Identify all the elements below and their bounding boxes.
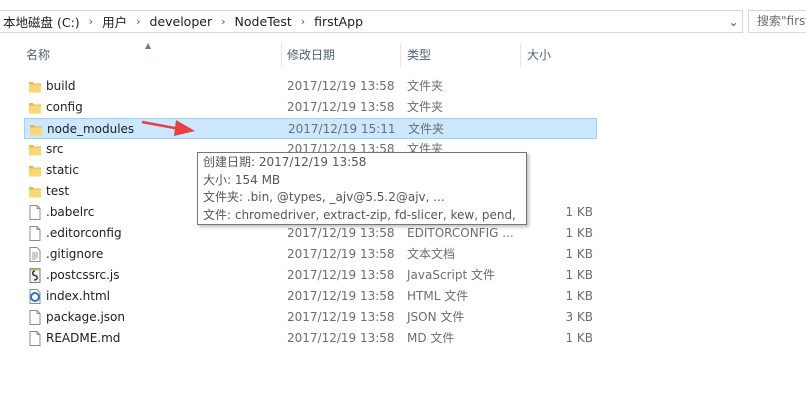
column-divider[interactable] [400,43,401,67]
file-type: 文件夹 [407,79,444,93]
folder-icon [28,100,42,115]
file-modified-date: 2017/12/19 13:58 [287,100,395,114]
breadcrumb-developer[interactable]: developer [147,14,216,29]
column-header-type[interactable]: 类型 [407,43,517,67]
folder-icon [28,184,42,199]
column-divider[interactable] [281,43,282,67]
address-bar[interactable]: 本地磁盘 (C:) › 用户 › developer › NodeTest › … [0,10,743,33]
file-row[interactable]: index.html 2017/12/19 13:58 HTML 文件 1 KB [24,286,597,307]
file-name: node_modules [47,122,135,136]
file-size: 1 KB [565,289,593,303]
file-modified-date: 2017/12/19 13:58 [287,331,395,345]
file-name: .editorconfig [46,226,122,240]
file-name: package.json [46,310,126,324]
folder-info-tooltip: 创建日期: 2017/12/19 13:58 大小: 154 MB 文件夹: .… [197,152,527,225]
file-row[interactable]: .postcssrc.js 2017/12/19 13:58 JavaScript … [24,265,597,286]
file-modified-date: 2017/12/19 13:58 [287,310,395,324]
file-name: .gitignore [46,247,104,261]
file-size: 1 KB [565,331,593,345]
file-name: test [46,184,70,198]
file-modified-date: 2017/12/19 13:58 [287,226,395,240]
file-row[interactable]: .gitignore 2017/12/19 13:58 文本文档 1 KB [24,244,597,265]
file-size: 1 KB [565,226,593,240]
breadcrumb-separator-icon[interactable]: › [215,15,231,28]
file-icon [28,310,42,325]
file-modified-date: 2017/12/19 13:58 [287,79,395,93]
file-modified-date: 2017/12/19 15:11 [288,122,396,136]
column-divider[interactable] [520,43,521,67]
file-row[interactable]: README.md 2017/12/19 13:58 MD 文件 1 KB [24,328,597,349]
file-modified-date: 2017/12/19 13:58 [287,247,395,261]
chevron-down-icon[interactable]: ⌄ [725,11,742,32]
file-size: 1 KB [565,205,593,219]
file-modified-date: 2017/12/19 13:58 [287,289,395,303]
arrow-head [174,120,195,136]
file-type: 文件夹 [407,100,444,114]
arrow-shaft [141,120,181,131]
file-type: HTML 文件 [407,289,469,303]
file-name: index.html [46,289,110,303]
breadcrumb-firstapp[interactable]: firstApp [311,14,366,29]
file-icon [28,331,42,346]
html-file-icon [28,289,42,304]
file-row[interactable]: build 2017/12/19 13:58 文件夹 [24,76,597,97]
tooltip-size: 大小: 154 MB [203,172,281,187]
file-type: 文本文档 [407,247,456,261]
folder-icon [28,142,42,157]
breadcrumb-separator-icon[interactable]: › [130,15,146,28]
file-type: 文件夹 [408,122,445,136]
breadcrumb-users[interactable]: 用户 [99,12,130,31]
file-icon [28,226,42,241]
file-name: .postcssrc.js [46,268,120,282]
column-header-date[interactable]: 修改日期 [287,43,397,67]
breadcrumb-separator-icon[interactable]: › [295,15,311,28]
file-name: src [46,142,64,156]
tooltip-created: 创建日期: 2017/12/19 13:58 [203,155,367,169]
breadcrumb-separator-icon[interactable]: › [83,15,99,28]
file-name: build [46,79,76,93]
file-row[interactable]: package.json 2017/12/19 13:58 JSON 文件 3 KB [24,307,597,328]
tooltip-files: 文件: chromedriver, extract-zip, fd-slicer… [203,207,521,222]
folder-icon [28,79,42,94]
file-row[interactable]: .editorconfig 2017/12/19 13:58 EDITORCONFI… [24,223,597,244]
file-type: JSON 文件 [407,310,465,324]
file-type: EDITORCONFIG ... [407,226,514,240]
file-name: README.md [46,331,121,345]
breadcrumb-drive[interactable]: 本地磁盘 (C:) [0,12,83,31]
column-header-size[interactable]: 大小 [527,43,587,67]
script-file-icon [28,268,42,283]
breadcrumb-nodetest[interactable]: NodeTest [232,14,295,29]
file-row[interactable]: config 2017/12/19 13:58 文件夹 [24,97,597,118]
file-type: JavaScript 文件 [407,268,495,282]
file-icon [28,205,42,220]
file-size: 1 KB [565,247,593,261]
file-row-selected[interactable]: node_modules 2017/12/19 15:11 文件夹 [24,118,597,139]
file-name: config [46,100,83,114]
folder-icon [29,122,43,137]
folder-icon [28,163,42,178]
text-file-icon [28,247,42,262]
annotation-arrow-icon [141,120,195,136]
file-name: .babelrc [46,205,95,219]
tooltip-folders: 文件夹: .bin, @types, _ajv@5.5.2@ajv, ... [203,190,445,204]
file-modified-date: 2017/12/19 13:58 [287,268,395,282]
file-name: static [46,163,79,177]
column-header-name[interactable]: 名称 [26,43,281,67]
search-input[interactable]: 搜索"firstApp" [748,10,806,33]
file-size: 1 KB [565,268,593,282]
file-size: 3 KB [565,310,593,324]
file-type: MD 文件 [407,331,455,345]
